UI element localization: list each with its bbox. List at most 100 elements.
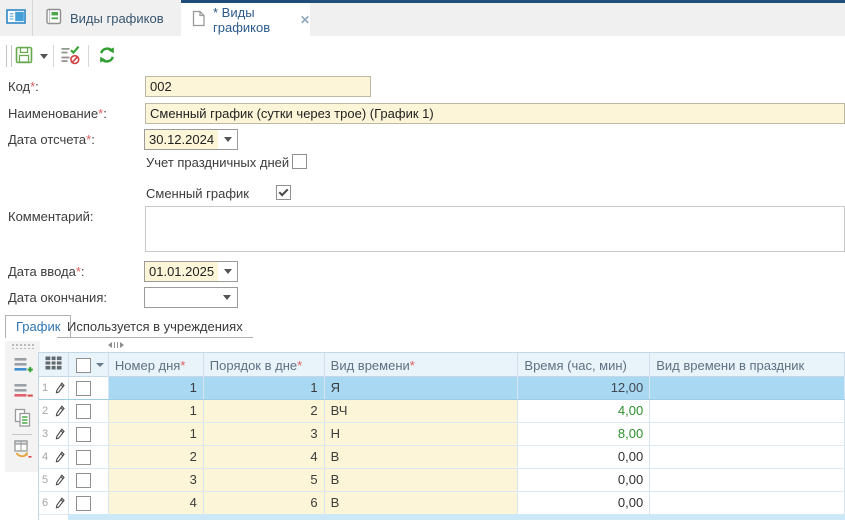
cell-time_type[interactable]: В [325, 469, 519, 491]
row-select-checkbox[interactable] [76, 427, 91, 442]
grid-row[interactable]: 646В0,00 [39, 492, 845, 515]
cell-day[interactable]: 2 [109, 446, 204, 468]
cell-day[interactable]: 3 [109, 469, 204, 491]
entry-date-picker[interactable]: 01.01.2025 [144, 261, 238, 282]
row-number: 4 [42, 446, 48, 468]
cell-time_type[interactable]: В [325, 492, 519, 514]
row-select-checkbox[interactable] [76, 450, 91, 465]
notebook-icon [45, 8, 62, 28]
grid-row[interactable]: 535В0,00 [39, 469, 845, 492]
column-header-holiday_type[interactable]: Вид времени в праздник [650, 353, 845, 377]
column-splitter-handle[interactable] [102, 341, 130, 349]
cell-order[interactable]: 5 [204, 469, 325, 491]
cell-holiday_type[interactable] [650, 446, 845, 468]
row-select-checkbox[interactable] [76, 381, 91, 396]
grid-toolbar-divider [12, 434, 32, 435]
delete-row-button[interactable] [11, 381, 34, 404]
grid-toolbar-grip[interactable] [11, 343, 35, 349]
row-indicator-cell: 5 [39, 469, 69, 491]
refresh-button[interactable] [95, 45, 119, 67]
cell-day[interactable]: 1 [109, 400, 204, 422]
end-date-picker[interactable] [144, 287, 238, 308]
calendar-dropdown-button[interactable] [218, 130, 237, 149]
cell-day[interactable]: 1 [109, 423, 204, 445]
copy-from-button[interactable] [11, 439, 34, 462]
cell-order[interactable]: 2 [204, 400, 325, 422]
row-select-cell [69, 469, 109, 491]
grid-row[interactable]: 424В0,00 [39, 446, 845, 469]
cell-time[interactable]: 8,00 [518, 423, 650, 445]
chevron-down-icon [40, 54, 48, 59]
editor-toolbar [0, 36, 845, 70]
save-options-button[interactable] [37, 45, 51, 67]
select-all-checkbox[interactable] [76, 358, 91, 373]
document-icon [191, 10, 206, 30]
save-icon [14, 45, 34, 68]
entry-date-value: 01.01.2025 [145, 262, 218, 281]
column-header-order[interactable]: Порядок в дне * [204, 353, 325, 377]
grid-row[interactable]: 313Н8,00 [39, 423, 845, 446]
cell-order[interactable]: 3 [204, 423, 325, 445]
column-header-time[interactable]: Время (час, мин) [518, 353, 650, 377]
cell-time[interactable]: 0,00 [518, 469, 650, 491]
comment-label: Комментарий: [8, 209, 94, 224]
grid-row[interactable]: 212ВЧ4,00 [39, 400, 845, 423]
cell-day[interactable]: 4 [109, 492, 204, 514]
row-select-cell [69, 377, 109, 399]
column-header-day[interactable]: Номер дня * [109, 353, 204, 377]
cell-order[interactable]: 4 [204, 446, 325, 468]
cell-time_type[interactable]: ВЧ [325, 400, 519, 422]
column-chooser-button[interactable] [39, 353, 69, 377]
tab-label: * Виды графиков [213, 5, 289, 35]
grid-row[interactable]: 111Я12,00 [39, 377, 845, 400]
cell-time_type[interactable]: Я [325, 377, 519, 399]
cell-time[interactable]: 0,00 [518, 492, 650, 514]
validate-icon [60, 45, 81, 68]
cell-day[interactable]: 1 [109, 377, 204, 399]
edit-pencil-icon [55, 405, 65, 417]
cell-holiday_type[interactable] [650, 492, 845, 514]
cell-time[interactable]: 4,00 [518, 400, 650, 422]
code-input[interactable]: 002 [145, 76, 371, 97]
name-input[interactable]: Сменный график (сутки через трое) (Графи… [145, 103, 845, 124]
cell-order[interactable]: 6 [204, 492, 325, 514]
copy-rows-button[interactable] [11, 408, 34, 431]
tab-home[interactable] [0, 0, 33, 36]
row-number: 1 [42, 377, 48, 399]
close-icon[interactable]: ✕ [300, 13, 310, 27]
cell-time[interactable]: 12,00 [518, 377, 650, 399]
calendar-dropdown-button[interactable] [217, 288, 237, 307]
subtab-used-in-institutions[interactable]: Используется в учреждениях [57, 315, 253, 338]
select-all-header[interactable] [69, 353, 109, 377]
add-row-icon [13, 355, 33, 378]
tab-vidy-grafikov-list[interactable]: Виды графиков [33, 0, 180, 36]
cell-holiday_type[interactable] [650, 423, 845, 445]
cell-holiday_type[interactable] [650, 400, 845, 422]
row-select-checkbox[interactable] [76, 404, 91, 419]
cell-time[interactable]: 0,00 [518, 446, 650, 468]
column-header-time_type[interactable]: Вид времени * [325, 353, 519, 377]
cell-order[interactable]: 1 [204, 377, 325, 399]
add-row-button[interactable] [11, 355, 34, 378]
calendar-dropdown-button[interactable] [218, 262, 237, 281]
start-date-picker[interactable]: 30.12.2024 [144, 129, 238, 150]
new-row-strip [68, 514, 845, 520]
shift-schedule-checkbox[interactable] [276, 185, 291, 200]
copy-from-icon [13, 439, 33, 462]
row-indicator-cell: 2 [39, 400, 69, 422]
row-select-checkbox[interactable] [76, 473, 91, 488]
tab-vidy-grafikov-editor[interactable]: * Виды графиков ✕ [181, 0, 310, 37]
validate-button[interactable] [58, 45, 82, 67]
cell-time_type[interactable]: Н [325, 423, 519, 445]
cell-holiday_type[interactable] [650, 469, 845, 491]
cell-time_type[interactable]: В [325, 446, 519, 468]
cell-holiday_type[interactable] [650, 377, 845, 399]
holidays-label: Учет праздничных дней [146, 155, 289, 170]
row-select-checkbox[interactable] [76, 496, 91, 511]
edit-pencil-icon [55, 428, 65, 440]
edit-pencil-icon [55, 451, 65, 463]
save-button[interactable] [13, 45, 35, 67]
holidays-checkbox[interactable] [292, 154, 307, 169]
toolbar-separator [53, 45, 54, 67]
comment-textarea[interactable] [145, 206, 845, 252]
